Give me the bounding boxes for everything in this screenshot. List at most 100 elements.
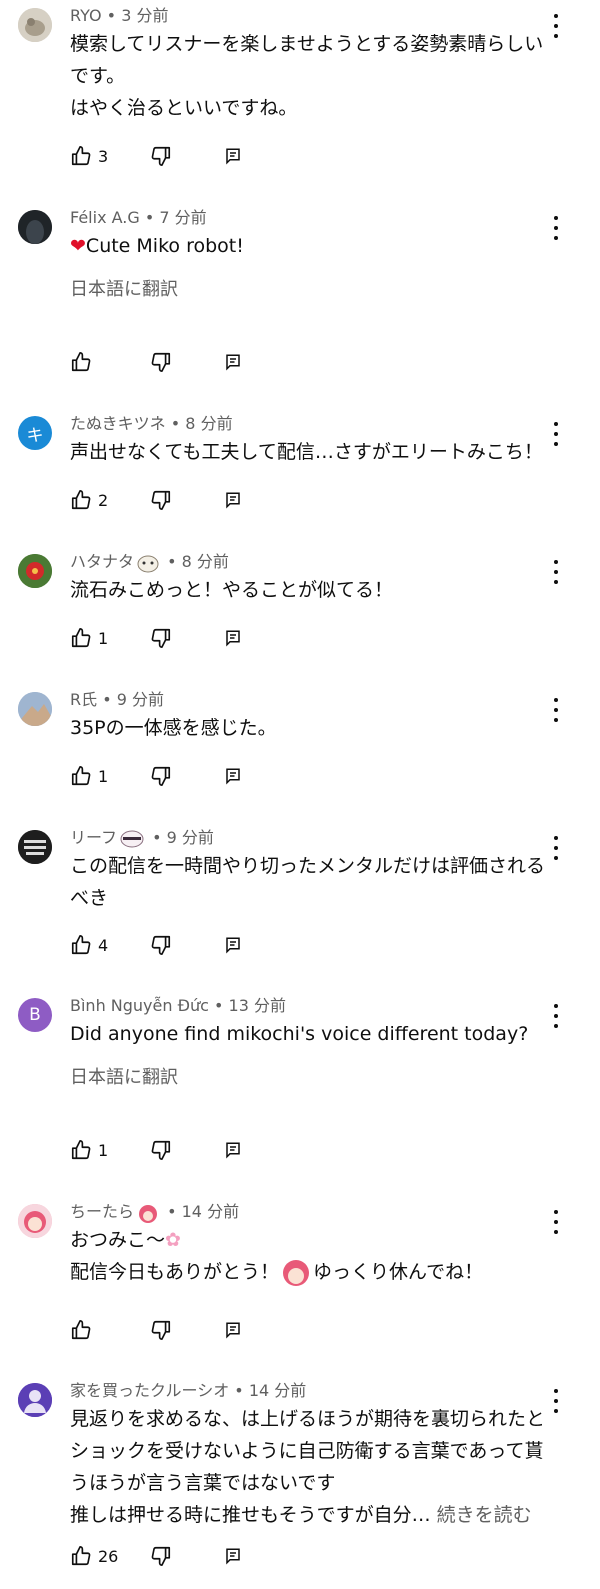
author-name[interactable]: R氏 (70, 690, 97, 709)
comment-actions (70, 348, 270, 376)
avatar[interactable] (18, 830, 52, 864)
member-badge-icon (137, 555, 159, 572)
more-options-icon[interactable] (546, 1389, 566, 1413)
reply-button[interactable] (224, 1136, 242, 1164)
dislike-button[interactable] (150, 762, 172, 790)
reply-button[interactable] (224, 624, 242, 652)
like-button[interactable]: 26 (70, 1542, 118, 1570)
like-button[interactable]: 1 (70, 1136, 108, 1164)
like-count: 4 (98, 935, 109, 955)
thumbs-up-icon (71, 628, 91, 648)
thumbs-up-icon (71, 490, 91, 510)
thumbs-down-icon (151, 352, 171, 372)
reply-icon (226, 492, 240, 509)
avatar[interactable] (18, 1383, 52, 1417)
comment-time: 14 分前 (181, 1202, 240, 1221)
avatar[interactable] (18, 210, 52, 244)
dislike-button[interactable] (150, 931, 172, 959)
reply-button[interactable] (224, 762, 242, 790)
comment-meta: Bình Nguyễn Đức • 13 分前 (70, 996, 286, 1015)
comment-meta: ちーたら • 14 分前 (70, 1200, 560, 1224)
reply-icon (226, 937, 240, 954)
like-count: 1 (98, 628, 109, 648)
author-name[interactable]: ちーたら (70, 1202, 134, 1221)
dislike-button[interactable] (150, 486, 172, 514)
like-count: 26 (98, 1546, 119, 1566)
author-name[interactable]: Félix A.G (70, 208, 140, 227)
like-button[interactable]: 3 (70, 142, 108, 170)
like-button[interactable]: 4 (70, 931, 108, 959)
dislike-button[interactable] (150, 624, 172, 652)
avatar[interactable]: キ (18, 416, 52, 450)
translate-link[interactable]: 日本語に翻訳 (70, 1064, 560, 1092)
comment-time: 8 分前 (181, 552, 229, 571)
reply-icon (226, 354, 240, 371)
more-options-icon[interactable] (546, 216, 566, 240)
comment-actions: 1 (70, 1136, 270, 1164)
dislike-button[interactable] (150, 1542, 172, 1570)
thumbs-up-icon (71, 1546, 91, 1566)
comment-actions: 1 (70, 624, 270, 652)
dislike-button[interactable] (150, 1316, 172, 1344)
dislike-button[interactable] (150, 348, 172, 376)
author-name[interactable]: たぬきキツネ (70, 414, 166, 433)
like-button[interactable]: 1 (70, 624, 108, 652)
more-options-icon[interactable] (546, 836, 566, 860)
like-button[interactable]: 2 (70, 486, 108, 514)
comment-meta: リーフ • 9 分前 (70, 828, 214, 847)
author-name[interactable]: ハタナタ (70, 552, 134, 571)
like-button[interactable] (70, 1316, 98, 1344)
avatar[interactable] (18, 8, 52, 42)
translate-link[interactable]: 日本語に翻訳 (70, 276, 560, 304)
thumbs-up-icon (71, 352, 91, 372)
thumbs-up-icon (71, 1140, 91, 1160)
comment-meta: R氏 • 9 分前 (70, 690, 165, 709)
reply-icon (226, 1142, 240, 1159)
member-badge-icon (120, 830, 144, 847)
thumbs-down-icon (151, 1546, 171, 1566)
comment-text: 35Pの一体感を感じた。 (70, 717, 277, 739)
reply-button[interactable] (224, 1542, 242, 1570)
avatar[interactable] (18, 1204, 52, 1238)
thumbs-down-icon (151, 1320, 171, 1340)
more-options-icon[interactable] (546, 698, 566, 722)
reply-icon (226, 148, 240, 165)
like-count: 1 (98, 766, 109, 786)
reply-button[interactable] (224, 348, 242, 376)
author-name[interactable]: RYO (70, 6, 102, 25)
comment-meta: 家を買ったクルーシオ • 14 分前 (70, 1381, 307, 1400)
heart-emoji-icon: ❤ (70, 235, 86, 257)
comment-actions: 3 (70, 142, 270, 170)
thumbs-down-icon (151, 628, 171, 648)
more-options-icon[interactable] (546, 1210, 566, 1234)
author-name[interactable]: リーフ (70, 828, 117, 847)
author-name[interactable]: 家を買ったクルーシオ (70, 1381, 229, 1400)
dislike-button[interactable] (150, 142, 172, 170)
thumbs-down-icon (151, 1140, 171, 1160)
comment-meta: RYO • 3 分前 (70, 6, 169, 25)
comment-text: おつみこ〜✿ 配信今日もありがとう！ ゆっくり休んでね！ (70, 1224, 560, 1288)
reply-button[interactable] (224, 142, 242, 170)
more-options-icon[interactable] (546, 1004, 566, 1028)
more-options-icon[interactable] (546, 422, 566, 446)
comment-time: 8 分前 (185, 414, 233, 433)
dislike-button[interactable] (150, 1136, 172, 1164)
avatar[interactable] (18, 692, 52, 726)
more-options-icon[interactable] (546, 560, 566, 584)
comment-text: 模索してリスナーを楽しませようとする姿勢素晴らしい です。 はやく治るといいです… (70, 33, 544, 119)
more-options-icon[interactable] (546, 14, 566, 38)
author-name[interactable]: Bình Nguyễn Đức (70, 996, 209, 1015)
thumbs-up-icon (71, 146, 91, 166)
thumbs-up-icon (71, 766, 91, 786)
reply-button[interactable] (224, 931, 242, 959)
read-more-link[interactable]: 続きを読む (437, 1504, 532, 1526)
reply-button[interactable] (224, 486, 242, 514)
reply-icon (226, 1322, 240, 1339)
comment-time: 3 分前 (121, 6, 169, 25)
reply-button[interactable] (224, 1316, 242, 1344)
like-button[interactable]: 1 (70, 762, 108, 790)
avatar[interactable]: B (18, 998, 52, 1032)
avatar[interactable] (18, 554, 52, 588)
like-button[interactable] (70, 348, 98, 376)
flower-emoji-icon: ✿ (165, 1229, 181, 1251)
